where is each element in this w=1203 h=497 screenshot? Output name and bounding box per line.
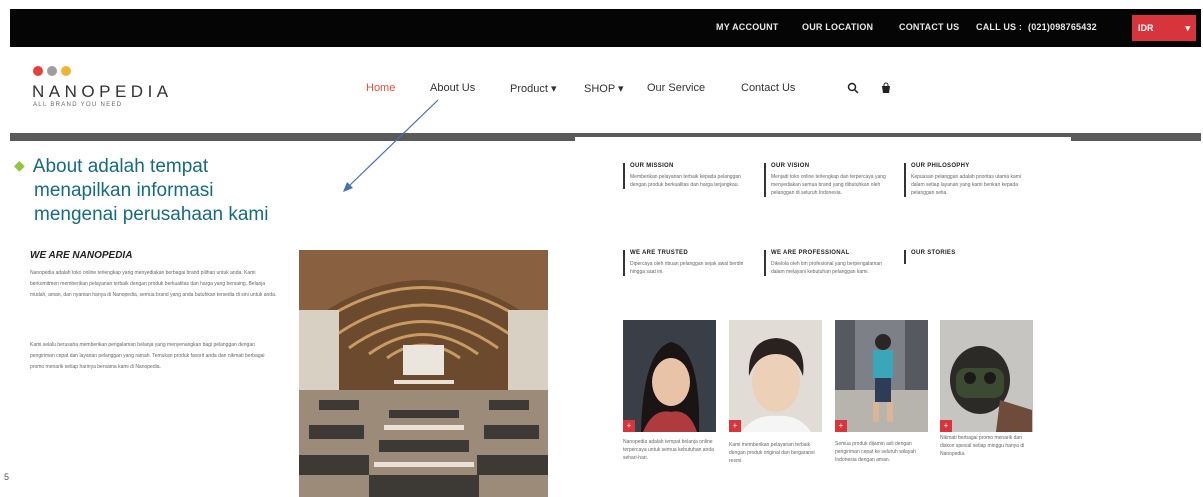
logo-dot-red: [33, 66, 43, 76]
nav-home[interactable]: Home: [366, 82, 395, 94]
feature-title: OUR PHILOSOPHY: [911, 163, 970, 169]
chevron-down-icon: ▾: [618, 83, 624, 95]
logo-dot-grey: [47, 66, 57, 76]
chevron-down-icon: ▾: [550, 83, 557, 95]
feature-box: WE ARE PROFESSIONAL Dikelola oleh tim pr…: [764, 250, 896, 276]
team-photo: +: [729, 320, 822, 432]
nav-shop[interactable]: SHOP ▾: [584, 82, 624, 95]
feature-text: Menjadi toko online terlengkap dan terpe…: [771, 174, 886, 196]
feature-box: OUR PHILOSOPHY Kepuasan pelanggan adalah…: [904, 163, 1036, 197]
team-caption: Kami memberikan pelayanan terbaik dengan…: [729, 442, 815, 464]
team-photo: +: [835, 320, 928, 432]
phone-number: (021)098765432: [1028, 22, 1097, 32]
about-paragraph-1: Nanopedia adalah toko online terlengkap …: [30, 270, 277, 298]
callout-line-2: menapilkan informasi: [34, 180, 214, 201]
cart-icon[interactable]: [880, 82, 892, 97]
header-divider-overlay: [575, 137, 1071, 151]
team-photo: +: [940, 320, 1033, 432]
team-photo: +: [623, 320, 716, 432]
nav-about[interactable]: About Us: [430, 82, 475, 94]
feature-box: OUR STORIES: [904, 250, 1036, 264]
nav-service[interactable]: Our Service: [647, 82, 705, 94]
callout-line-1: About adalah tempat: [32, 156, 209, 177]
top-bar: MY ACCOUNT OUR LOCATION CONTACT US CALL …: [10, 9, 1201, 47]
feature-title: OUR STORIES: [911, 250, 956, 256]
callout-line-3: mengenai perusahaan kami: [34, 204, 269, 225]
feature-text: Dipercaya oleh ribuan pelanggan sejak aw…: [630, 261, 744, 275]
plus-icon[interactable]: +: [729, 420, 741, 432]
logo-name[interactable]: NANOPEDIA: [32, 82, 173, 102]
feature-title: OUR VISION: [771, 163, 810, 169]
feature-text: Dikelola oleh tim profesional yang berpe…: [771, 261, 882, 275]
feature-text: Kepuasan pelanggan adalah prioritas utam…: [911, 174, 1022, 196]
about-title: WE ARE NANOPEDIA: [30, 250, 133, 261]
call-us-label: CALL US :: [976, 22, 1023, 32]
about-paragraph-2: Kami selalu berusaha memberikan pengalam…: [30, 342, 265, 370]
feature-title: WE ARE TRUSTED: [630, 250, 688, 256]
feature-text: Memberikan pelayanan terbaik kepada pela…: [630, 174, 741, 188]
logo-dot-yellow: [61, 66, 71, 76]
nav-shop-label: SHOP: [584, 83, 615, 95]
nav-product-label: Product: [510, 83, 548, 95]
my-account-link[interactable]: MY ACCOUNT: [716, 22, 779, 32]
our-location-link[interactable]: OUR LOCATION: [802, 22, 873, 32]
feature-title: WE ARE PROFESSIONAL: [771, 250, 850, 256]
currency-select[interactable]: IDR ▾: [1132, 15, 1196, 41]
team-caption: Nikmati berbagai promo menarik dan disko…: [940, 435, 1025, 457]
logo-tagline: ALL BRAND YOU NEED: [33, 102, 123, 108]
feature-box: OUR MISSION Memberikan pelayanan terbaik…: [623, 163, 755, 189]
feature-box: OUR VISION Menjadi toko online terlengka…: [764, 163, 896, 197]
currency-value: IDR: [1138, 23, 1154, 33]
market-hall-image: [299, 250, 548, 497]
nav-product[interactable]: Product ▾: [510, 82, 557, 95]
plus-icon[interactable]: +: [835, 420, 847, 432]
plus-icon[interactable]: +: [940, 420, 952, 432]
search-icon[interactable]: [847, 82, 859, 97]
plus-icon[interactable]: +: [623, 420, 635, 432]
team-caption: Nanopedia adalah tempat belanja online t…: [623, 439, 714, 461]
contact-us-link[interactable]: CONTACT US: [899, 22, 959, 32]
slide-number: 5: [4, 472, 10, 482]
feature-title: OUR MISSION: [630, 163, 674, 169]
nav-contact[interactable]: Contact Us: [741, 82, 795, 94]
team-caption: Semua produk dijamin asli dengan pengiri…: [835, 441, 916, 463]
chevron-down-icon: ▾: [1185, 23, 1190, 33]
feature-box: WE ARE TRUSTED Dipercaya oleh ribuan pel…: [623, 250, 755, 276]
diamond-bullet-icon: ◆: [14, 157, 25, 173]
